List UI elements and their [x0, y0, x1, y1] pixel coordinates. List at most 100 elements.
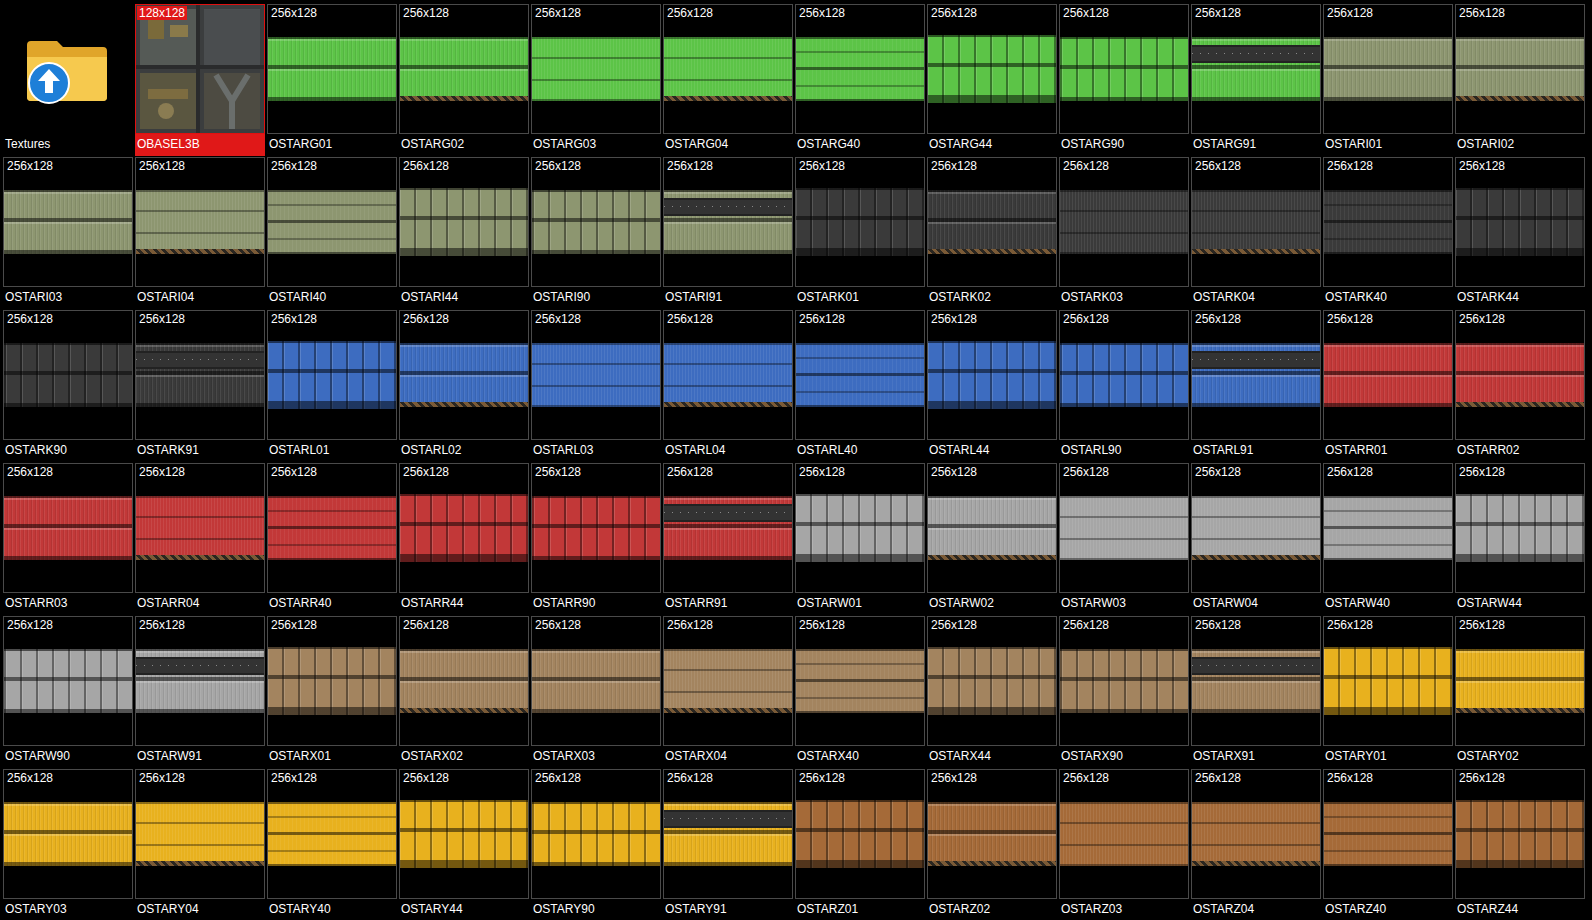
texture-tile[interactable]: 256x128 OSTARZ02	[927, 769, 1057, 920]
texture-tile[interactable]: 256x128 OSTARR91	[663, 463, 793, 615]
texture-tile[interactable]: 256x128 OSTARG40	[795, 4, 925, 156]
texture-tile[interactable]: 256x128 OSTARR03	[3, 463, 133, 615]
texture-tile[interactable]: 256x128 OSTARY44	[399, 769, 529, 920]
texture-tile[interactable]: 256x128 OSTARW40	[1323, 463, 1453, 615]
texture-image	[1060, 37, 1188, 101]
texture-tile[interactable]: 256x128 OSTARY03	[3, 769, 133, 920]
texture-tile[interactable]: 256x128 OSTARW90	[3, 616, 133, 768]
texture-tile[interactable]: 256x128 OSTARI03	[3, 157, 133, 309]
texture-image	[1192, 802, 1320, 866]
texture-tile[interactable]: 256x128 OSTARR90	[531, 463, 661, 615]
texture-tile[interactable]: 256x128 OSTARZ01	[795, 769, 925, 920]
texture-tile[interactable]: 256x128 OSTARG91	[1191, 4, 1321, 156]
thumbnail: 256x128	[1059, 463, 1189, 593]
texture-tile[interactable]: 256x128 OSTARW91	[135, 616, 265, 768]
texture-tile[interactable]: 256x128 OSTARZ44	[1455, 769, 1585, 920]
texture-tile[interactable]: 256x128 OSTARR44	[399, 463, 529, 615]
texture-tile[interactable]: 256x128 OSTARK04	[1191, 157, 1321, 309]
texture-tile[interactable]: 256x128 OSTARK01	[795, 157, 925, 309]
texture-tile[interactable]: 256x128 OSTARR04	[135, 463, 265, 615]
texture-tile[interactable]: 256x128 OSTARZ03	[1059, 769, 1189, 920]
texture-tile[interactable]: 256x128 OSTARK02	[927, 157, 1057, 309]
texture-tile[interactable]: 256x128 OSTARY04	[135, 769, 265, 920]
texture-tile[interactable]: 256x128 OSTARY90	[531, 769, 661, 920]
texture-tile[interactable]: 256x128 OSTARL04	[663, 310, 793, 462]
texture-tile[interactable]: 256x128 OSTARG04	[663, 4, 793, 156]
texture-image	[532, 649, 660, 713]
thumbnail: 256x128	[267, 463, 397, 593]
texture-tile[interactable]: 256x128 OSTARI91	[663, 157, 793, 309]
texture-image	[532, 37, 660, 101]
texture-tile[interactable]: 256x128 OSTARX40	[795, 616, 925, 768]
texture-image	[136, 5, 264, 133]
texture-tile[interactable]: 256x128 OSTARW03	[1059, 463, 1189, 615]
size-badge: 256x128	[1457, 618, 1507, 632]
texture-name: OSTARK03	[1059, 287, 1189, 309]
texture-tile[interactable]: 256x128 OSTARK40	[1323, 157, 1453, 309]
texture-tile[interactable]: 256x128 OSTARI02	[1455, 4, 1585, 156]
texture-tile[interactable]: 256x128 OSTARK90	[3, 310, 133, 462]
texture-tile[interactable]: 256x128 OSTARY40	[267, 769, 397, 920]
texture-tile[interactable]: 256x128 OSTARL90	[1059, 310, 1189, 462]
texture-tile[interactable]: 256x128 OSTARY02	[1455, 616, 1585, 768]
texture-tile[interactable]: 256x128 OSTARI04	[135, 157, 265, 309]
texture-tile[interactable]: 256x128 OSTARX01	[267, 616, 397, 768]
texture-tile[interactable]: 256x128 OSTARX02	[399, 616, 529, 768]
texture-tile[interactable]: 256x128 OSTARR01	[1323, 310, 1453, 462]
texture-tile[interactable]: 256x128 OSTARL01	[267, 310, 397, 462]
texture-tile[interactable]: 256x128 OSTARK91	[135, 310, 265, 462]
thumbnail: 256x128	[3, 310, 133, 440]
texture-tile[interactable]: 256x128 OSTARY01	[1323, 616, 1453, 768]
texture-tile[interactable]: 256x128 OSTARW02	[927, 463, 1057, 615]
texture-tile[interactable]: 256x128 OSTARX04	[663, 616, 793, 768]
texture-tile[interactable]: 256x128 OSTARK44	[1455, 157, 1585, 309]
texture-tile[interactable]: 256x128 OSTARX91	[1191, 616, 1321, 768]
texture-tile[interactable]: 128x128 OBASEL3B	[135, 4, 265, 156]
texture-tile[interactable]: 256x128 OSTARX03	[531, 616, 661, 768]
thumbnail: 256x128	[267, 769, 397, 899]
texture-tile[interactable]: 256x128 OSTARG90	[1059, 4, 1189, 156]
texture-tile[interactable]: 256x128 OSTARW01	[795, 463, 925, 615]
texture-tile[interactable]: 256x128 OSTARI01	[1323, 4, 1453, 156]
texture-name: OSTARW91	[135, 746, 265, 768]
texture-name: OSTARY90	[531, 899, 661, 920]
texture-tile[interactable]: 256x128 OSTARL40	[795, 310, 925, 462]
texture-image	[1192, 649, 1320, 713]
texture-tile[interactable]: 256x128 OSTARL91	[1191, 310, 1321, 462]
thumbnail: 256x128	[795, 616, 925, 746]
thumbnail: 256x128	[267, 4, 397, 134]
texture-tile[interactable]: 256x128 OSTARG02	[399, 4, 529, 156]
thumbnail: 256x128	[135, 157, 265, 287]
texture-image	[927, 647, 1057, 715]
texture-image	[4, 649, 132, 713]
texture-tile[interactable]: 256x128 OSTARW04	[1191, 463, 1321, 615]
texture-tile[interactable]: 256x128 OSTARR02	[1455, 310, 1585, 462]
texture-name: OSTARK44	[1455, 287, 1585, 309]
texture-tile[interactable]: 256x128 OSTARX90	[1059, 616, 1189, 768]
texture-tile[interactable]: 256x128 OSTARG01	[267, 4, 397, 156]
texture-name: OSTARI90	[531, 287, 661, 309]
size-badge: 256x128	[401, 159, 451, 173]
texture-tile[interactable]: 256x128 OSTARW44	[1455, 463, 1585, 615]
texture-tile[interactable]: 256x128 OSTARG03	[531, 4, 661, 156]
texture-tile[interactable]: 256x128 OSTARI40	[267, 157, 397, 309]
size-badge: 256x128	[137, 159, 187, 173]
texture-tile[interactable]: 256x128 OSTARI44	[399, 157, 529, 309]
texture-tile[interactable]: 256x128 OSTARL44	[927, 310, 1057, 462]
texture-tile[interactable]: 256x128 OSTARX44	[927, 616, 1057, 768]
texture-tile[interactable]: 256x128 OSTARL02	[399, 310, 529, 462]
texture-name: OSTARY91	[663, 899, 793, 920]
texture-tile[interactable]: 256x128 OSTARG44	[927, 4, 1057, 156]
size-badge: 256x128	[269, 6, 319, 20]
texture-tile[interactable]: 256x128 OSTARZ40	[1323, 769, 1453, 920]
texture-tile[interactable]: 256x128 OSTARI90	[531, 157, 661, 309]
texture-tile[interactable]: 256x128 OSTARR40	[267, 463, 397, 615]
texture-tile[interactable]: 256x128 OSTARZ04	[1191, 769, 1321, 920]
folder-tile[interactable]: Textures	[3, 4, 133, 156]
texture-tile[interactable]: 256x128 OSTARL03	[531, 310, 661, 462]
texture-name: OSTARW01	[795, 593, 925, 615]
texture-image	[664, 37, 792, 101]
texture-tile[interactable]: 256x128 OSTARY91	[663, 769, 793, 920]
texture-image	[664, 496, 792, 560]
texture-tile[interactable]: 256x128 OSTARK03	[1059, 157, 1189, 309]
